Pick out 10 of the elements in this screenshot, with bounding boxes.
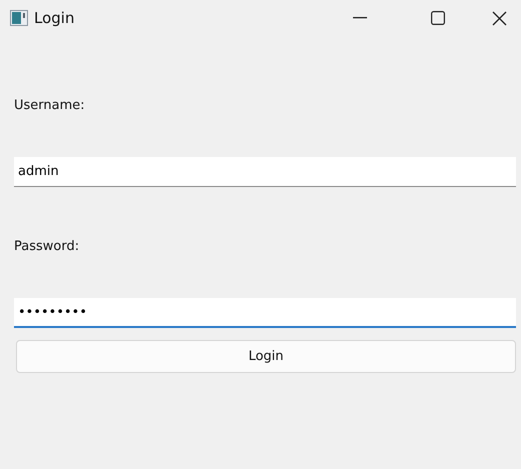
username-field[interactable]: admin	[14, 157, 516, 187]
login-button[interactable]: Login	[16, 340, 516, 373]
app-icon	[10, 10, 28, 26]
minimize-icon[interactable]	[353, 17, 367, 19]
field-label: Password:	[14, 239, 80, 254]
window-title: Login	[34, 9, 74, 27]
maximize-icon[interactable]	[431, 11, 445, 25]
password-field[interactable]: •••••••••	[14, 298, 516, 328]
close-icon[interactable]	[492, 10, 506, 26]
field-label: Username:	[14, 98, 86, 113]
